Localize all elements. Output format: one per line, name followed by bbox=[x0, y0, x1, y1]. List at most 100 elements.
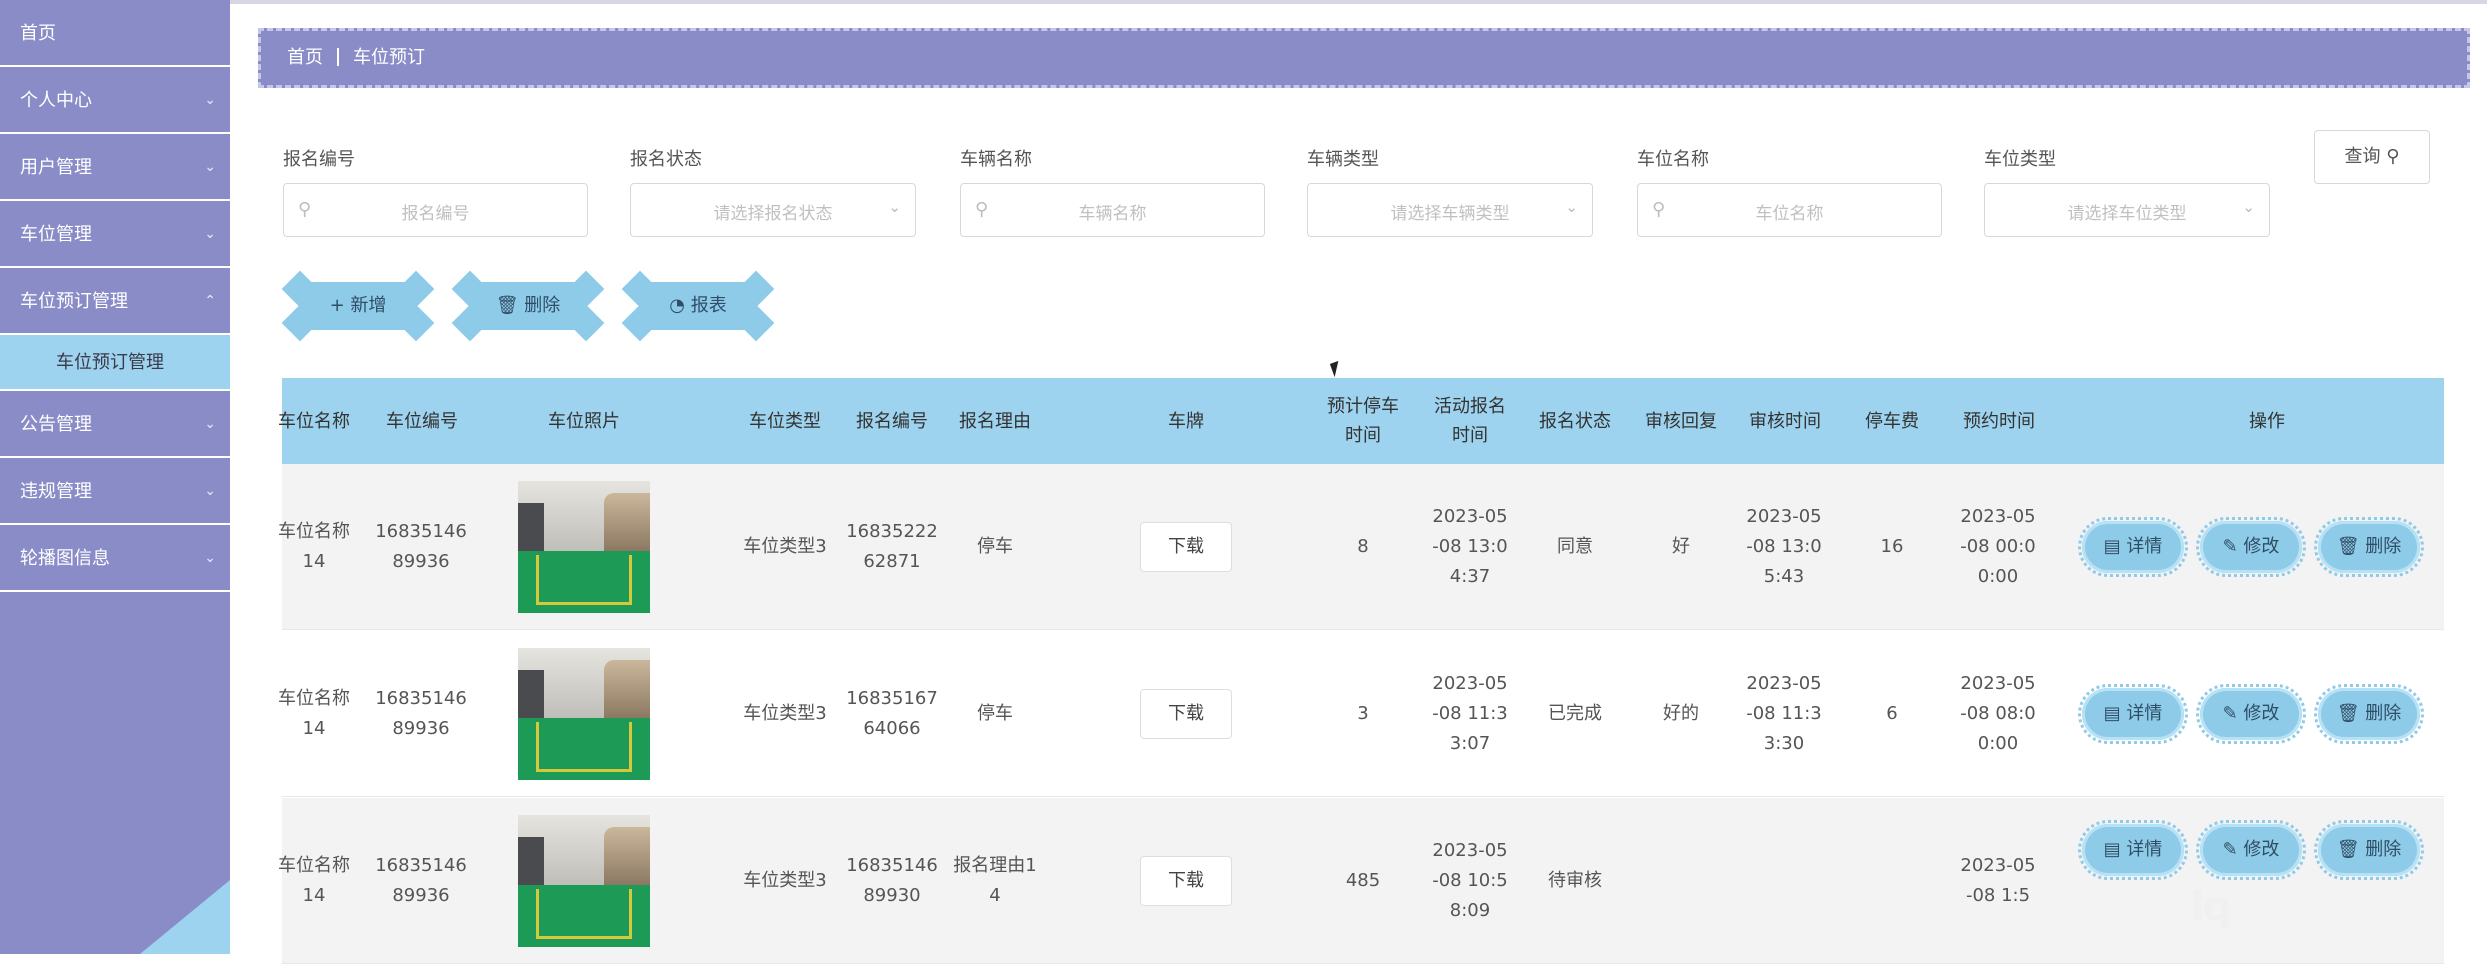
download-button[interactable]: 下载 bbox=[1140, 689, 1232, 739]
trash-icon: 🗑 bbox=[2336, 536, 2360, 557]
th-space-type: 车位类型 bbox=[749, 410, 821, 432]
th-audit-time: 审核时间 bbox=[1749, 410, 1821, 432]
breadcrumb-current: 车位预订 bbox=[353, 47, 425, 68]
breadcrumb-home[interactable]: 首页 bbox=[287, 47, 323, 68]
th-space-code: 车位编号 bbox=[386, 410, 458, 432]
vehicle-name-input[interactable]: ⚲ 车辆名称 bbox=[960, 183, 1265, 237]
chevron-down-icon: ⌄ bbox=[204, 483, 216, 499]
cell-reg-time: 2023-05-08 10:58:09 bbox=[1432, 840, 1508, 921]
cell-space-name: 车位名称14 bbox=[278, 855, 350, 906]
cell-book-time: 2023-05-08 08:00:00 bbox=[1960, 673, 2036, 754]
cell-status: 待审核 bbox=[1548, 870, 1602, 891]
label-space-name: 车位名称 bbox=[1637, 149, 1709, 170]
parking-space-photo bbox=[518, 481, 650, 613]
edit-button[interactable]: ✎ 修改 bbox=[2196, 684, 2306, 744]
cell-space-code: 1683514689936 bbox=[375, 855, 467, 906]
sidebar-item-home[interactable]: 首页 bbox=[0, 0, 230, 67]
report-button[interactable]: ◔ 报表 bbox=[621, 270, 775, 342]
cell-book-time: 2023-05-08 00:00:00 bbox=[1960, 506, 2036, 587]
cell-status: 已完成 bbox=[1548, 703, 1602, 724]
chevron-down-icon: ⌄ bbox=[1565, 198, 1578, 216]
mouse-cursor bbox=[1329, 360, 1344, 378]
detail-button[interactable]: ▤ 详情 bbox=[2078, 517, 2188, 577]
cell-space-code: 1683514689936 bbox=[375, 688, 467, 739]
label-space-type: 车位类型 bbox=[1984, 149, 2056, 170]
cell-audit-time bbox=[1744, 798, 1824, 964]
cell-reg-no: 1683514689930 bbox=[846, 855, 938, 906]
cell-reply: 好 bbox=[1672, 536, 1690, 557]
sidebar-item-parking-management[interactable]: 车位管理 ⌄ bbox=[0, 201, 230, 268]
chevron-down-icon: ⌄ bbox=[204, 159, 216, 175]
sidebar-item-notice-management[interactable]: 公告管理 ⌄ bbox=[0, 391, 230, 458]
pie-chart-icon: ◔ bbox=[669, 295, 685, 316]
th-reply: 审核回复 bbox=[1645, 410, 1717, 432]
trash-icon: 🗑 bbox=[2336, 839, 2360, 860]
th-reg-time: 活动报名时间 bbox=[1434, 396, 1506, 446]
cell-space-code: 1683514689936 bbox=[375, 521, 467, 572]
cell-plate: 下载 bbox=[1136, 631, 1236, 797]
add-button[interactable]: + 新增 bbox=[281, 270, 435, 342]
detail-button[interactable]: ▤ 详情 bbox=[2078, 684, 2188, 744]
table-row: 车位名称14 1683514689936 车位类型3 1683514689930… bbox=[278, 798, 2444, 964]
cell-space-photo bbox=[518, 798, 650, 964]
download-button[interactable]: 下载 bbox=[1140, 856, 1232, 906]
cell-space-type: 车位类型3 bbox=[743, 703, 827, 724]
space-type-select[interactable]: 请选择车位类型 ⌄ bbox=[1984, 183, 2270, 237]
row-delete-button[interactable]: 🗑 删除 bbox=[2314, 684, 2424, 744]
cell-reply: 好的 bbox=[1663, 703, 1699, 724]
chevron-down-icon: ⌄ bbox=[204, 550, 216, 566]
th-space-name: 车位名称 bbox=[278, 410, 350, 432]
cell-fee: 16 bbox=[1880, 536, 1904, 557]
row-delete-button[interactable]: 🗑 删除 bbox=[2314, 820, 2424, 880]
row-delete-button[interactable]: 🗑 删除 bbox=[2314, 517, 2424, 577]
parking-space-photo bbox=[518, 648, 650, 780]
th-reason: 报名理由 bbox=[959, 410, 1031, 432]
space-name-input[interactable]: ⚲ 车位名称 bbox=[1637, 183, 1942, 237]
sidebar: 首页 个人中心 ⌄ 用户管理 ⌄ 车位管理 ⌄ 车位预订管理 ⌃ 车位预订管理 公告管理… bbox=[0, 0, 230, 954]
sidebar-item-user-management[interactable]: 用户管理 ⌄ bbox=[0, 134, 230, 201]
th-plate: 车牌 bbox=[1168, 410, 1204, 432]
label-vehicle-type: 车辆类型 bbox=[1307, 149, 1379, 170]
th-operations: 操作 bbox=[2249, 410, 2285, 432]
th-status: 报名状态 bbox=[1539, 410, 1611, 432]
th-fee: 停车费 bbox=[1865, 410, 1919, 432]
cell-space-type: 车位类型3 bbox=[743, 536, 827, 557]
cell-audit-time: 2023-05-08 13:05:43 bbox=[1746, 506, 1822, 587]
cell-est-hours: 8 bbox=[1357, 536, 1369, 557]
cell-reason: 停车 bbox=[977, 703, 1013, 724]
bulk-delete-button[interactable]: 🗑 删除 bbox=[451, 270, 605, 342]
label-vehicle-name: 车辆名称 bbox=[960, 149, 1032, 170]
cell-reason: 报名理由14 bbox=[953, 855, 1037, 906]
table-row: 车位名称14 1683514689936 车位类型3 1683516764066… bbox=[278, 631, 2444, 797]
pencil-icon: ✎ bbox=[2222, 839, 2238, 860]
download-button[interactable]: 下载 bbox=[1140, 522, 1232, 572]
sidebar-item-violation-management[interactable]: 违规管理 ⌄ bbox=[0, 458, 230, 525]
cell-space-name: 车位名称14 bbox=[278, 688, 350, 739]
cell-reg-no: 1683522262871 bbox=[846, 521, 938, 572]
breadcrumb: 首页 车位预订 bbox=[258, 28, 2470, 88]
vehicle-type-select[interactable]: 请选择车辆类型 ⌄ bbox=[1307, 183, 1593, 237]
sidebar-item-booking-management[interactable]: 车位预订管理 ⌃ bbox=[0, 268, 230, 335]
sidebar-item-personal-center[interactable]: 个人中心 ⌄ bbox=[0, 67, 230, 134]
th-reg-no: 报名编号 bbox=[856, 410, 928, 432]
sidebar-item-carousel-info[interactable]: 轮播图信息 ⌄ bbox=[0, 525, 230, 592]
chevron-up-icon: ⌃ bbox=[204, 293, 216, 309]
window-top-line bbox=[0, 0, 2487, 4]
parking-space-photo bbox=[518, 815, 650, 947]
search-icon: ⚲ bbox=[2386, 146, 2400, 167]
th-book-time: 预约时间 bbox=[1963, 410, 2035, 432]
sidebar-subitem-booking-management[interactable]: 车位预订管理 bbox=[0, 335, 230, 391]
edit-button[interactable]: ✎ 修改 bbox=[2196, 517, 2306, 577]
cell-space-photo bbox=[518, 464, 650, 630]
reg-status-select[interactable]: 请选择报名状态 ⌄ bbox=[630, 183, 916, 237]
chevron-down-icon: ⌄ bbox=[204, 416, 216, 432]
plus-icon: + bbox=[329, 295, 345, 316]
cell-plate: 下载 bbox=[1136, 464, 1236, 630]
detail-button[interactable]: ▤ 详情 bbox=[2078, 820, 2188, 880]
cell-reg-no: 1683516764066 bbox=[846, 688, 938, 739]
reg-no-input[interactable]: ⚲ 报名编号 bbox=[283, 183, 588, 237]
cell-reg-time: 2023-05-08 11:33:07 bbox=[1432, 673, 1508, 754]
edit-button[interactable]: ✎ 修改 bbox=[2196, 820, 2306, 880]
label-reg-status: 报名状态 bbox=[630, 149, 702, 170]
query-button[interactable]: 查询 ⚲ bbox=[2314, 130, 2430, 184]
